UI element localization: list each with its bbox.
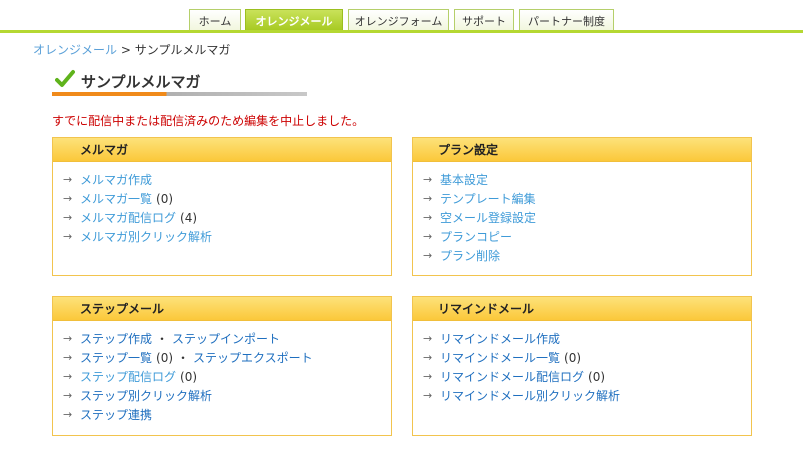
list-item: → リマインドメール別クリック解析 (423, 386, 751, 405)
panel-title: プラン設定 (438, 143, 499, 157)
link-step-export[interactable]: ステップエクスポート (193, 349, 313, 366)
arrow-right-icon: → (63, 332, 73, 345)
panel-step: ステップメール → ステップ作成 ・ ステップインポート → ステップ一覧 (0… (52, 296, 392, 436)
arrow-right-icon: → (423, 389, 433, 402)
top-nav: ホーム オレンジメール オレンジフォーム サポート パートナー制度 (0, 0, 803, 33)
list-item: → メルマガ別クリック解析 (63, 227, 391, 246)
link-melmaga-create[interactable]: メルマガ作成 (80, 171, 152, 188)
list-item: → リマインドメール配信ログ (0) (423, 367, 751, 386)
count-badge: (0) (156, 350, 174, 365)
arrow-right-icon: → (63, 389, 73, 402)
link-melmaga-log[interactable]: メルマガ配信ログ (80, 209, 176, 226)
panel-header: プラン設定 (413, 138, 751, 162)
list-item: → テンプレート編集 (423, 189, 751, 208)
list-item: → リマインドメール作成 (423, 329, 751, 348)
link-remind-log[interactable]: リマインドメール配信ログ (440, 368, 584, 385)
tab-home[interactable]: ホーム (189, 9, 241, 31)
list-item: → 空メール登録設定 (423, 208, 751, 227)
panel-body: → メルマガ作成 → メルマガ一覧 (0) → メルマガ配信ログ (4) → メ… (53, 162, 391, 246)
link-melmaga-list[interactable]: メルマガ一覧 (80, 190, 152, 207)
list-item: → 基本設定 (423, 170, 751, 189)
panel-melmaga: メルマガ → メルマガ作成 → メルマガ一覧 (0) → メルマガ配信ログ (4… (52, 137, 392, 276)
arrow-right-icon: → (63, 211, 73, 224)
list-item: → ステップ連携 (63, 405, 391, 424)
list-item: → メルマガ一覧 (0) (63, 189, 391, 208)
link-plan-empty-mail[interactable]: 空メール登録設定 (440, 209, 536, 226)
link-step-import[interactable]: ステップインポート (172, 330, 280, 347)
panel-body: → リマインドメール作成 → リマインドメール一覧 (0) → リマインドメール… (413, 321, 751, 405)
page-title-block: サンプルメルマガ (52, 67, 307, 97)
breadcrumb: オレンジメール > サンプルメルマガ (33, 41, 230, 58)
breadcrumb-parent-link[interactable]: オレンジメール (33, 43, 117, 57)
arrow-right-icon: → (423, 249, 433, 262)
link-step-log[interactable]: ステップ配信ログ (80, 368, 176, 385)
list-item: → ステップ作成 ・ ステップインポート (63, 329, 391, 348)
count-badge: (4) (180, 210, 198, 225)
link-step-list[interactable]: ステップ一覧 (80, 349, 152, 366)
arrow-right-icon: → (423, 370, 433, 383)
link-plan-template[interactable]: テンプレート編集 (440, 190, 536, 207)
count-badge: (0) (156, 191, 174, 206)
panel-body: → ステップ作成 ・ ステップインポート → ステップ一覧 (0) ・ ステップ… (53, 321, 391, 424)
page-title: サンプルメルマガ (81, 73, 201, 91)
list-item: → メルマガ配信ログ (4) (63, 208, 391, 227)
arrow-right-icon: → (63, 173, 73, 186)
panel-header: メルマガ (53, 138, 391, 162)
arrow-right-icon: → (423, 332, 433, 345)
link-remind-create[interactable]: リマインドメール作成 (440, 330, 560, 347)
list-item: → メルマガ作成 (63, 170, 391, 189)
arrow-right-icon: → (423, 211, 433, 224)
list-item: → プラン削除 (423, 246, 751, 265)
nav-divider (0, 30, 803, 33)
link-melmaga-click-analysis[interactable]: メルマガ別クリック解析 (80, 228, 212, 245)
link-plan-copy[interactable]: プランコピー (440, 228, 512, 245)
arrow-right-icon: → (423, 173, 433, 186)
arrow-right-icon: → (63, 351, 73, 364)
count-badge: (0) (180, 369, 198, 384)
link-step-click-analysis[interactable]: ステップ別クリック解析 (80, 387, 212, 404)
link-remind-click-analysis[interactable]: リマインドメール別クリック解析 (440, 387, 620, 404)
separator: ・ (156, 332, 169, 346)
link-step-create[interactable]: ステップ作成 (80, 330, 152, 347)
arrow-right-icon: → (423, 351, 433, 364)
link-plan-delete[interactable]: プラン削除 (440, 247, 500, 264)
list-item: → ステップ別クリック解析 (63, 386, 391, 405)
tab-partner[interactable]: パートナー制度 (519, 9, 614, 31)
arrow-right-icon: → (423, 192, 433, 205)
panel-title: メルマガ (80, 143, 129, 157)
count-badge: (0) (564, 350, 582, 365)
panel-title: リマインドメール (438, 302, 535, 316)
tab-support[interactable]: サポート (454, 9, 514, 31)
panel-plan: プラン設定 → 基本設定 → テンプレート編集 → 空メール登録設定 → プラン… (412, 137, 752, 276)
breadcrumb-current: サンプルメルマガ (134, 43, 231, 57)
separator: ・ (177, 351, 190, 365)
arrow-right-icon: → (63, 192, 73, 205)
list-item: → プランコピー (423, 227, 751, 246)
error-message: すでに配信中または配信済みのため編集を中止しました。 (52, 114, 365, 128)
link-remind-list[interactable]: リマインドメール一覧 (440, 349, 560, 366)
list-item: → ステップ一覧 (0) ・ ステップエクスポート (63, 348, 391, 367)
link-plan-basic[interactable]: 基本設定 (440, 171, 488, 188)
list-item: → ステップ配信ログ (0) (63, 367, 391, 386)
arrow-right-icon: → (63, 370, 73, 383)
list-item: → リマインドメール一覧 (0) (423, 348, 751, 367)
count-badge: (0) (588, 369, 606, 384)
panel-body: → 基本設定 → テンプレート編集 → 空メール登録設定 → プランコピー → … (413, 162, 751, 265)
tab-orange-mail[interactable]: オレンジメール (245, 9, 343, 31)
panel-header: ステップメール (53, 297, 391, 321)
arrow-right-icon: → (63, 230, 73, 243)
checkmark-icon (55, 70, 75, 87)
breadcrumb-separator: > (120, 43, 131, 57)
tab-orange-form[interactable]: オレンジフォーム (348, 9, 449, 31)
arrow-right-icon: → (423, 230, 433, 243)
arrow-right-icon: → (63, 408, 73, 421)
panel-remind: リマインドメール → リマインドメール作成 → リマインドメール一覧 (0) →… (412, 296, 752, 436)
link-step-link[interactable]: ステップ連携 (80, 406, 152, 423)
panel-title: ステップメール (80, 302, 165, 316)
title-underline (52, 92, 307, 96)
panel-header: リマインドメール (413, 297, 751, 321)
